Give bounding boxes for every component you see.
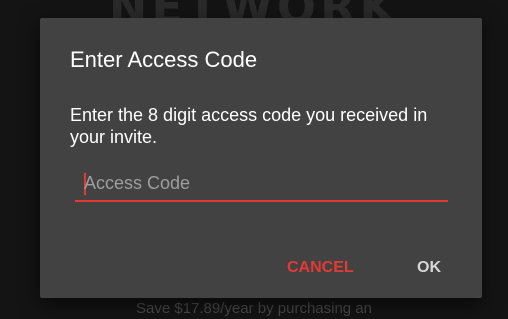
- access-code-input[interactable]: [84, 169, 448, 197]
- ok-button[interactable]: OK: [417, 259, 441, 277]
- cancel-button[interactable]: CANCEL: [287, 259, 354, 277]
- background-promo-text: Save $17.89/year by purchasing an: [136, 300, 372, 317]
- access-code-field[interactable]: [75, 169, 448, 202]
- access-code-dialog: Enter Access Code Enter the 8 digit acce…: [40, 18, 482, 298]
- dialog-message: Enter the 8 digit access code you receiv…: [70, 105, 428, 147]
- dialog-title: Enter Access Code: [70, 47, 258, 72]
- input-underline: [75, 200, 448, 202]
